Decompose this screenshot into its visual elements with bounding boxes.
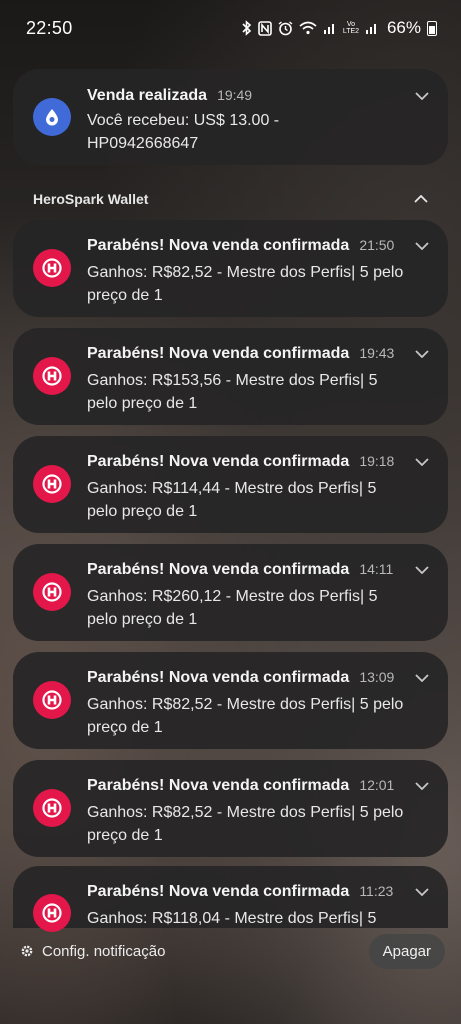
notification-footer: Config. notificação Apagar: [0, 928, 461, 974]
battery-percent: 66%: [386, 18, 421, 37]
notification-body: Ganhos: R$82,52 - Mestre dos Perfis| 5 p…: [87, 264, 404, 304]
herospark-app-icon: [33, 789, 71, 827]
chevron-down-icon[interactable]: [414, 562, 430, 578]
notification-body: Você recebeu: US$ 13.00 - HP0942668647: [87, 112, 280, 152]
notification-title-text: Parabéns! Nova venda confirmada: [87, 669, 350, 686]
signal-icon: [323, 19, 337, 37]
chevron-down-icon[interactable]: [414, 884, 430, 900]
herospark-app-icon: [33, 465, 71, 503]
group-app-name: HeroSpark Wallet: [33, 191, 149, 207]
notification-card[interactable]: Parabéns! Nova venda confirmada 19:43 Ganh…: [13, 328, 448, 425]
notification-title-text: Parabéns! Nova venda confirmada: [87, 237, 350, 254]
notification-title-text: Venda realizada: [87, 87, 208, 104]
notification-title: Parabéns! Nova venda confirmada 14:11: [87, 561, 393, 579]
group-header-herospark[interactable]: HeroSpark Wallet: [33, 188, 433, 210]
notification-card[interactable]: Parabéns! Nova venda confirmada 14:11 Ganh…: [13, 544, 448, 641]
chevron-down-icon[interactable]: [414, 238, 430, 254]
notification-time: 19:18: [359, 453, 395, 469]
notification-time: 13:09: [359, 669, 395, 685]
notification-title: Parabéns! Nova venda confirmada 11:23: [87, 883, 393, 901]
lte-label: Vo LTE2: [342, 21, 360, 35]
notification-title: Parabéns! Nova venda confirmada 19:18: [87, 453, 394, 471]
notification-title-text: Parabéns! Nova venda confirmada: [87, 777, 350, 794]
app-icon-drop: [33, 98, 71, 136]
notification-time: 11:23: [359, 883, 394, 899]
notification-title: Parabéns! Nova venda confirmada 13:09: [87, 669, 394, 687]
notification-title-text: Parabéns! Nova venda confirmada: [87, 453, 350, 470]
chevron-down-icon[interactable]: [414, 670, 430, 686]
herospark-app-icon: [33, 573, 71, 611]
bluetooth-icon: [242, 19, 252, 37]
notification-body: Ganhos: R$82,52 - Mestre dos Perfis| 5 p…: [87, 696, 404, 736]
battery-icon: [427, 20, 437, 36]
wifi-icon: [299, 19, 317, 37]
herospark-app-icon: [33, 681, 71, 719]
notification-title-text: Parabéns! Nova venda confirmada: [87, 561, 350, 578]
notification-title-text: Parabéns! Nova venda confirmada: [87, 883, 350, 900]
herospark-app-icon: [33, 357, 71, 395]
status-time: 22:50: [26, 17, 73, 38]
notification-time: 21:50: [359, 237, 395, 253]
notification-time: 19:49: [217, 87, 253, 103]
volte-signal-icon: [365, 19, 379, 37]
notification-time: 12:01: [359, 777, 395, 793]
chevron-down-icon[interactable]: [414, 88, 430, 104]
notification-settings-label: Config. notificação: [42, 942, 166, 960]
notification-body: Ganhos: R$260,12 - Mestre dos Perfis| 5 …: [87, 588, 378, 628]
clear-all-button[interactable]: Apagar: [368, 933, 445, 969]
notification-body: Ganhos: R$153,56 - Mestre dos Perfis| 5 …: [87, 372, 378, 412]
status-bar: 22:50 Vo LTE2 66%: [0, 0, 461, 56]
notification-venda-realizada[interactable]: Venda realizada 19:49 Você recebeu: US$ 1…: [13, 69, 448, 165]
nfc-icon: [258, 19, 272, 37]
notification-card[interactable]: Parabéns! Nova venda confirmada 13:09 Ganh…: [13, 652, 448, 749]
notification-card[interactable]: Parabéns! Nova venda confirmada 21:50 Ganh…: [13, 220, 448, 317]
notification-title-text: Parabéns! Nova venda confirmada: [87, 345, 350, 362]
herospark-app-icon: [33, 894, 71, 932]
notification-title: Parabéns! Nova venda confirmada 12:01: [87, 777, 394, 795]
herospark-app-icon: [33, 249, 71, 287]
notification-time: 19:43: [359, 345, 395, 361]
notification-time: 14:11: [359, 561, 394, 577]
notification-body: Ganhos: R$114,44 - Mestre dos Perfis| 5 …: [87, 480, 377, 520]
notification-card[interactable]: Parabéns! Nova venda confirmada 19:18 Ganh…: [13, 436, 448, 533]
chevron-down-icon[interactable]: [414, 346, 430, 362]
notification-body: Ganhos: R$118,04 - Mestre dos Perfis| 5: [87, 910, 377, 927]
notification-card[interactable]: Parabéns! Nova venda confirmada 11:23 Ganh…: [13, 866, 448, 932]
chevron-down-icon[interactable]: [414, 778, 430, 794]
chevron-up-icon[interactable]: [414, 195, 428, 203]
gear-icon: [20, 944, 34, 958]
notification-card[interactable]: Parabéns! Nova venda confirmada 12:01 Ganh…: [13, 760, 448, 857]
notification-title: Parabéns! Nova venda confirmada 19:43: [87, 345, 394, 363]
alarm-icon: [278, 19, 293, 37]
notification-settings-button[interactable]: Config. notificação: [20, 943, 165, 960]
chevron-down-icon[interactable]: [414, 454, 430, 470]
notification-title: Parabéns! Nova venda confirmada 21:50: [87, 237, 394, 255]
status-icons: Vo LTE2 66%: [242, 18, 437, 38]
notification-title: Venda realizada 19:49: [87, 87, 252, 105]
notification-body: Ganhos: R$82,52 - Mestre dos Perfis| 5 p…: [87, 804, 404, 844]
